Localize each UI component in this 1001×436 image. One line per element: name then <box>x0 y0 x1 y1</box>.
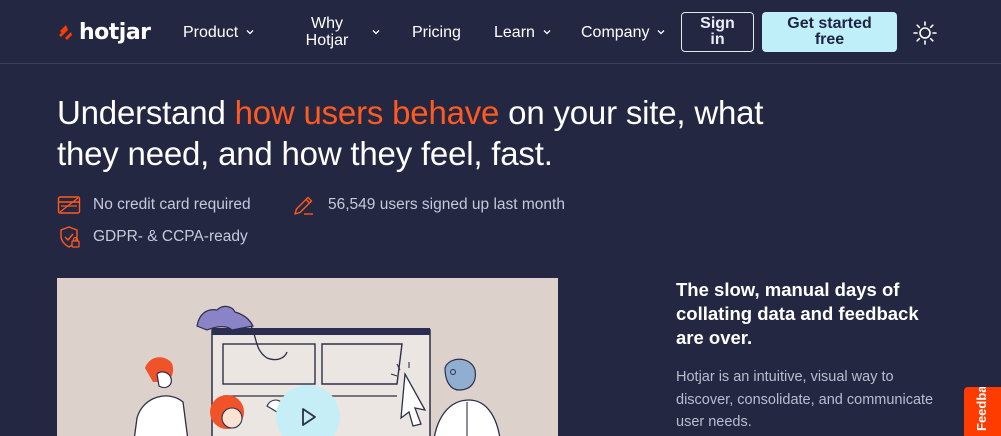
hero-title-accent: how users behave <box>234 94 500 131</box>
nav-item-company[interactable]: Company <box>581 0 665 64</box>
chevron-down-icon <box>372 30 380 35</box>
play-icon <box>302 408 316 426</box>
credit-card-icon <box>57 196 81 214</box>
sign-in-label: Sign in <box>700 15 735 48</box>
nav-item-label: Learn <box>494 23 535 41</box>
hero-title-part1: Understand <box>57 94 235 131</box>
pencil-icon <box>294 196 313 215</box>
feature-gdpr-ccpa: GDPR- & CCPA-ready <box>57 225 248 249</box>
nav-item-label: Product <box>183 23 239 41</box>
nav-item-product[interactable]: Product <box>183 0 254 64</box>
feature-no-credit-card: No credit card required <box>57 193 251 217</box>
feature-text: No credit card required <box>93 196 251 213</box>
nav-item-learn[interactable]: Learn <box>494 0 551 64</box>
sign-in-button[interactable]: Sign in <box>681 12 754 52</box>
hero-title: Understand how users behave on your site… <box>57 92 817 174</box>
nav-item-why-hotjar[interactable]: Why Hotjar <box>304 0 380 64</box>
nav-item-label: Company <box>581 23 650 41</box>
chevron-down-icon <box>246 30 254 35</box>
hotjar-flame-icon <box>59 25 72 40</box>
logo-text: hotjar <box>79 19 151 45</box>
hotjar-logo[interactable]: hotjar <box>57 18 151 46</box>
get-started-free-button[interactable]: Get started free <box>762 12 897 52</box>
feature-text: 56,549 users signed up last month <box>328 196 565 213</box>
chevron-down-icon <box>658 30 665 35</box>
chevron-down-icon <box>543 30 551 35</box>
feedback-tab[interactable]: Feedback <box>964 387 1001 436</box>
section-heading: The slow, manual days of collating data … <box>676 279 919 348</box>
shield-lock-icon <box>60 226 80 248</box>
feature-users-signed-up: 56,549 users signed up last month <box>292 193 565 217</box>
nav-item-label: Pricing <box>412 23 461 41</box>
nav-item-pricing[interactable]: Pricing <box>412 0 461 64</box>
section-description: Hotjar is an intuitive, visual way to di… <box>676 369 934 430</box>
top-navigation: hotjar Product Why Hotjar Pricing Learn … <box>0 0 1001 64</box>
sun-icon[interactable] <box>912 20 938 46</box>
feature-text: GDPR- & CCPA-ready <box>93 228 248 245</box>
nav-item-label: Why Hotjar <box>305 15 349 49</box>
get-started-label: Get started free <box>787 15 872 48</box>
feedback-tab-label: Feedback <box>974 387 989 431</box>
